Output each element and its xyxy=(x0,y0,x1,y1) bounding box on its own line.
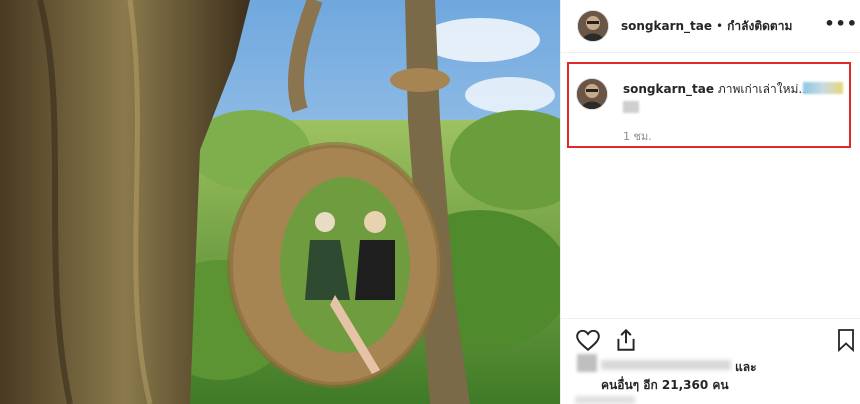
more-options-icon[interactable]: ••• xyxy=(824,14,858,33)
likes-count[interactable]: คนอื่นๆ อีก 21,360 คน xyxy=(601,376,729,395)
following-button[interactable]: กำลังติดตาม xyxy=(727,17,792,36)
author-username[interactable]: songkarn_tae xyxy=(621,19,712,33)
heart-icon[interactable] xyxy=(575,327,601,357)
caption-body: ภาพเก่าเล่าใหม่... xyxy=(717,82,810,96)
action-bar xyxy=(561,318,860,363)
likes-and-text: และ xyxy=(735,360,757,374)
author-avatar[interactable] xyxy=(577,10,609,42)
blurred-footer xyxy=(575,396,635,404)
liker-name-blurred xyxy=(601,360,731,370)
post-photo xyxy=(0,0,560,404)
caption-highlight-box: songkarn_tae ภาพเก่าเล่าใหม่... 1 ชม. xyxy=(567,62,851,148)
header-separator: • xyxy=(716,19,724,33)
post-side-panel: songkarn_tae • กำลังติดตาม ••• songkarn_… xyxy=(560,0,860,404)
blurred-content xyxy=(803,82,843,94)
liker-avatar-blurred xyxy=(577,354,597,372)
bookmark-icon[interactable] xyxy=(834,327,858,357)
caption-username[interactable]: songkarn_tae xyxy=(623,82,714,96)
share-icon[interactable] xyxy=(613,327,639,357)
caption-timestamp: 1 ชม. xyxy=(623,130,652,143)
caption-avatar[interactable] xyxy=(576,78,608,110)
post-header: songkarn_tae • กำลังติดตาม ••• xyxy=(561,0,860,53)
caption-text: songkarn_tae ภาพเก่าเล่าใหม่... xyxy=(623,81,810,97)
blurred-content-2 xyxy=(623,101,639,113)
